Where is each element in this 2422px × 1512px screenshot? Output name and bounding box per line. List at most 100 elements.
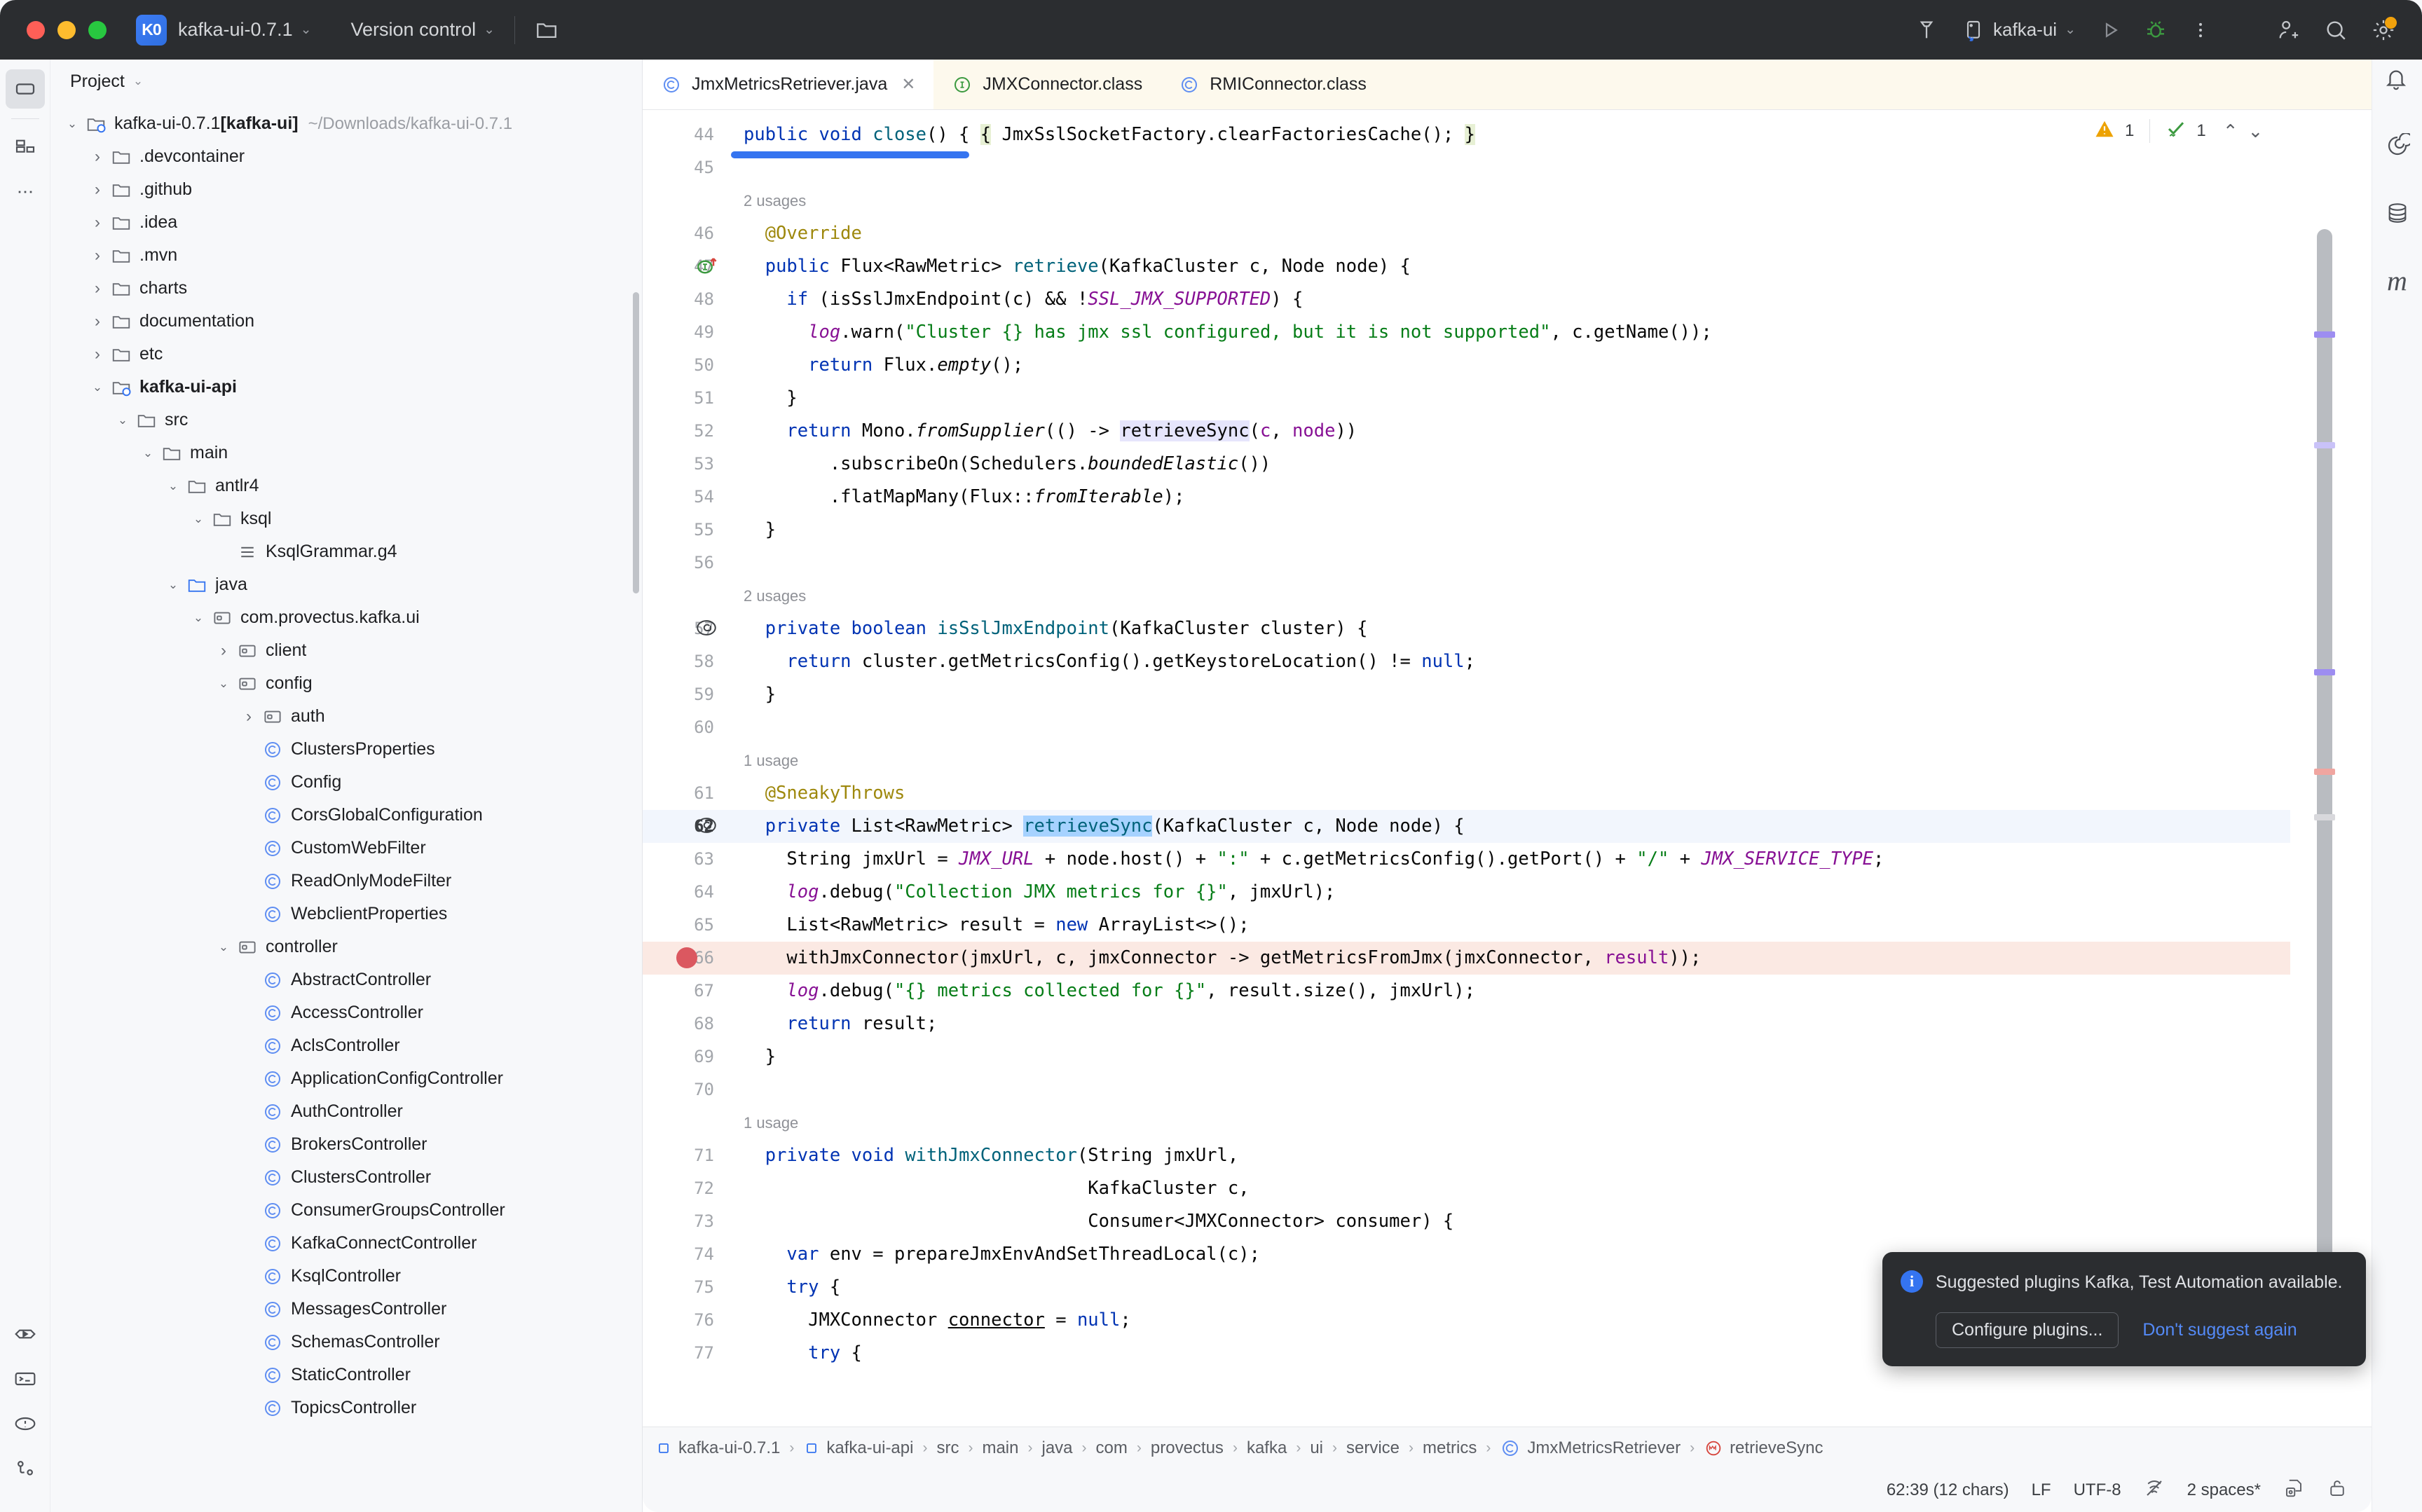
tree-node-etc[interactable]: › etc: [50, 338, 642, 371]
window-controls[interactable]: [0, 20, 107, 39]
code-area[interactable]: public void close() { { JmxSslSocketFact…: [731, 110, 2290, 1427]
tree-node-src[interactable]: ⌄ src: [50, 404, 642, 437]
breadcrumb-item-com[interactable]: com: [1096, 1438, 1128, 1458]
tree-node-config[interactable]: Config: [50, 766, 642, 799]
line-separator[interactable]: LF: [2032, 1480, 2051, 1500]
database-icon[interactable]: [2379, 194, 2416, 232]
prev-problem-icon[interactable]: ⌃: [2223, 121, 2238, 142]
more-tool-button[interactable]: [6, 172, 45, 212]
run-configuration-selector[interactable]: kafka-ui ⌄: [1962, 19, 2076, 41]
code-line-53[interactable]: .subscribeOn(Schedulers.boundedElastic()…: [744, 448, 2290, 481]
breadcrumb-item-jmxmetricsretriever[interactable]: JmxMetricsRetriever: [1500, 1438, 1681, 1459]
tree-node-auth[interactable]: › auth: [50, 700, 642, 733]
chevron-down-icon[interactable]: ⌄: [212, 677, 235, 691]
chevron-right-icon[interactable]: ›: [237, 707, 261, 727]
more-vertical-icon[interactable]: [2191, 20, 2210, 40]
tree-node-topicscontroller[interactable]: TopicsController: [50, 1391, 642, 1424]
project-tool-button[interactable]: [5, 69, 45, 109]
next-problem-icon[interactable]: ⌄: [2248, 121, 2264, 142]
tree-node-abstractcontroller[interactable]: AbstractController: [50, 963, 642, 996]
close-tab-icon[interactable]: ✕: [901, 74, 915, 95]
project-tree[interactable]: ⌄ kafka-ui-0.7.1 [kafka-ui] ~/Downloads/ka…: [50, 103, 642, 1512]
code-line-69[interactable]: }: [744, 1040, 2290, 1073]
chevron-down-icon[interactable]: ⌄: [111, 413, 135, 427]
tree-node-kafkaconnectcontroller[interactable]: KafkaConnectController: [50, 1227, 642, 1260]
tree-node-kafka-ui-0-7-1[interactable]: ⌄ kafka-ui-0.7.1 [kafka-ui] ~/Downloads/ka…: [50, 107, 642, 140]
chevron-down-icon[interactable]: ⌄: [212, 940, 235, 954]
chevron-down-icon[interactable]: ⌄: [133, 74, 143, 88]
chevron-down-icon[interactable]: ⌄: [136, 446, 160, 460]
code-line-49[interactable]: log.warn("Cluster {} has jmx ssl configu…: [744, 316, 2290, 349]
tree-node-authcontroller[interactable]: AuthController: [50, 1095, 642, 1128]
configure-plugins-button[interactable]: Configure plugins...: [1936, 1312, 2119, 1348]
tree-scrollbar[interactable]: [633, 292, 639, 593]
tree-node-antlr4[interactable]: ⌄ antlr4: [50, 469, 642, 502]
chevron-right-icon[interactable]: ›: [85, 180, 109, 200]
tree-node-applicationconfigcontroller[interactable]: ApplicationConfigController: [50, 1062, 642, 1095]
tree-node-messagescontroller[interactable]: MessagesController: [50, 1293, 642, 1326]
chevron-right-icon[interactable]: ›: [85, 279, 109, 298]
chevron-down-icon[interactable]: ⌄: [60, 117, 84, 131]
add-user-icon[interactable]: [2276, 18, 2300, 42]
breadcrumb-item-service[interactable]: service: [1346, 1438, 1400, 1458]
breadcrumb-item-provectus[interactable]: provectus: [1151, 1438, 1224, 1458]
code-line-61[interactable]: @SneakyThrows: [744, 777, 2290, 810]
tree-node-aclscontroller[interactable]: AclsController: [50, 1029, 642, 1062]
tree-node-brokerscontroller[interactable]: BrokersController: [50, 1128, 642, 1161]
chevron-down-icon[interactable]: ⌄: [85, 380, 109, 394]
tree-node-ksqlgrammar-g4[interactable]: KsqlGrammar.g4: [50, 535, 642, 568]
tree-node-com-provectus-kafka-ui[interactable]: ⌄ com.provectus.kafka.ui: [50, 601, 642, 634]
code-line-64[interactable]: log.debug("Collection JMX metrics for {}…: [744, 876, 2290, 909]
breadcrumb-item-ui[interactable]: ui: [1310, 1438, 1323, 1458]
tree-node-idea[interactable]: › .idea: [50, 206, 642, 239]
code-line-58[interactable]: return cluster.getMetricsConfig().getKey…: [744, 645, 2290, 678]
breadcrumb[interactable]: kafka-ui-0.7.1 › kafka-ui-api › src › main › jav…: [643, 1427, 2372, 1469]
breadcrumb-item-main[interactable]: main: [982, 1438, 1018, 1458]
chevron-right-icon[interactable]: ›: [85, 213, 109, 233]
code-line-57[interactable]: private boolean isSslJmxEndpoint(KafkaCl…: [744, 612, 2290, 645]
chevron-down-icon[interactable]: ⌄: [186, 611, 210, 625]
tree-node-charts[interactable]: › charts: [50, 272, 642, 305]
chevron-down-icon[interactable]: ⌄: [161, 479, 185, 493]
code-line-72[interactable]: KafkaCluster c,: [744, 1172, 2290, 1205]
code-line-48[interactable]: if (isSslJmxEndpoint(c) && !SSL_JMX_SUPP…: [744, 283, 2290, 316]
ai-assistant-icon[interactable]: [2379, 127, 2416, 165]
tree-node-ksqlcontroller[interactable]: KsqlController: [50, 1260, 642, 1293]
scrollbar-thumb[interactable]: [2317, 229, 2332, 1280]
code-line-66[interactable]: withJmxConnector(jmxUrl, c, jmxConnector…: [744, 942, 2290, 975]
chevron-right-icon[interactable]: ›: [85, 246, 109, 266]
project-panel-header[interactable]: Project ⌄: [50, 60, 642, 103]
tree-node-config[interactable]: ⌄ config: [50, 667, 642, 700]
editor-gutter[interactable]: 44 45 46 47 48 49 50 51 52 53 54 55 56 57 58 59 60 61 62 63…: [643, 110, 731, 1427]
caret-position[interactable]: 62:39 (12 chars): [1887, 1480, 2009, 1500]
tree-node-mvn[interactable]: › .mvn: [50, 239, 642, 272]
version-control-selector[interactable]: Version control ⌄: [340, 19, 495, 41]
horizontal-scroll-indicator[interactable]: [731, 151, 969, 158]
code-line-44[interactable]: public void close() { { JmxSslSocketFact…: [744, 118, 2290, 151]
notifications-bell-icon[interactable]: [2384, 67, 2408, 95]
tree-node-controller[interactable]: ⌄ controller: [50, 930, 642, 963]
inspections-icon[interactable]: [2144, 1478, 2165, 1504]
tree-node-github[interactable]: › .github: [50, 173, 642, 206]
code-line-46[interactable]: @Override: [744, 217, 2290, 250]
tree-node-documentation[interactable]: › documentation: [50, 305, 642, 338]
code-line-51[interactable]: }: [744, 382, 2290, 415]
code-line-50[interactable]: return Flux.empty();: [744, 349, 2290, 382]
dont-suggest-again-link[interactable]: Don't suggest again: [2142, 1320, 2297, 1340]
usage-hint[interactable]: 2 usages: [744, 579, 2290, 612]
tree-node-clustersproperties[interactable]: ClustersProperties: [50, 733, 642, 766]
code-line-62[interactable]: private List<RawMetric> retrieveSync(Kaf…: [744, 810, 2290, 843]
tree-node-java[interactable]: ⌄ java: [50, 568, 642, 601]
maven-icon[interactable]: m: [2379, 261, 2416, 299]
code-line-65[interactable]: List<RawMetric> result = new ArrayList<>…: [744, 909, 2290, 942]
indent-setting[interactable]: 2 spaces*: [2187, 1480, 2261, 1500]
code-line-54[interactable]: .flatMapMany(Flux::fromIterable);: [744, 481, 2290, 514]
tree-node-webclientproperties[interactable]: WebclientProperties: [50, 898, 642, 930]
code-line-59[interactable]: }: [744, 678, 2290, 711]
maximize-window-button[interactable]: [88, 20, 107, 39]
indent-config-icon[interactable]: [2283, 1478, 2304, 1504]
code-line-73[interactable]: Consumer<JMXConnector> consumer) {: [744, 1205, 2290, 1238]
breadcrumb-item-java[interactable]: java: [1042, 1438, 1073, 1458]
tree-node-consumergroupscontroller[interactable]: ConsumerGroupsController: [50, 1194, 642, 1227]
breadcrumb-item-kafka[interactable]: kafka: [1247, 1438, 1287, 1458]
